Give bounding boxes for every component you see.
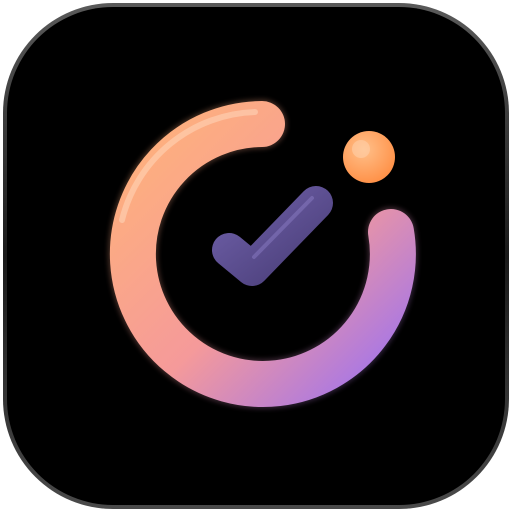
timer-check-icon <box>0 0 512 512</box>
app-icon-canvas <box>0 0 512 512</box>
knob-highlight <box>352 140 370 158</box>
timer-knob <box>343 131 395 183</box>
timer-check-icon-graphic <box>3 3 509 509</box>
